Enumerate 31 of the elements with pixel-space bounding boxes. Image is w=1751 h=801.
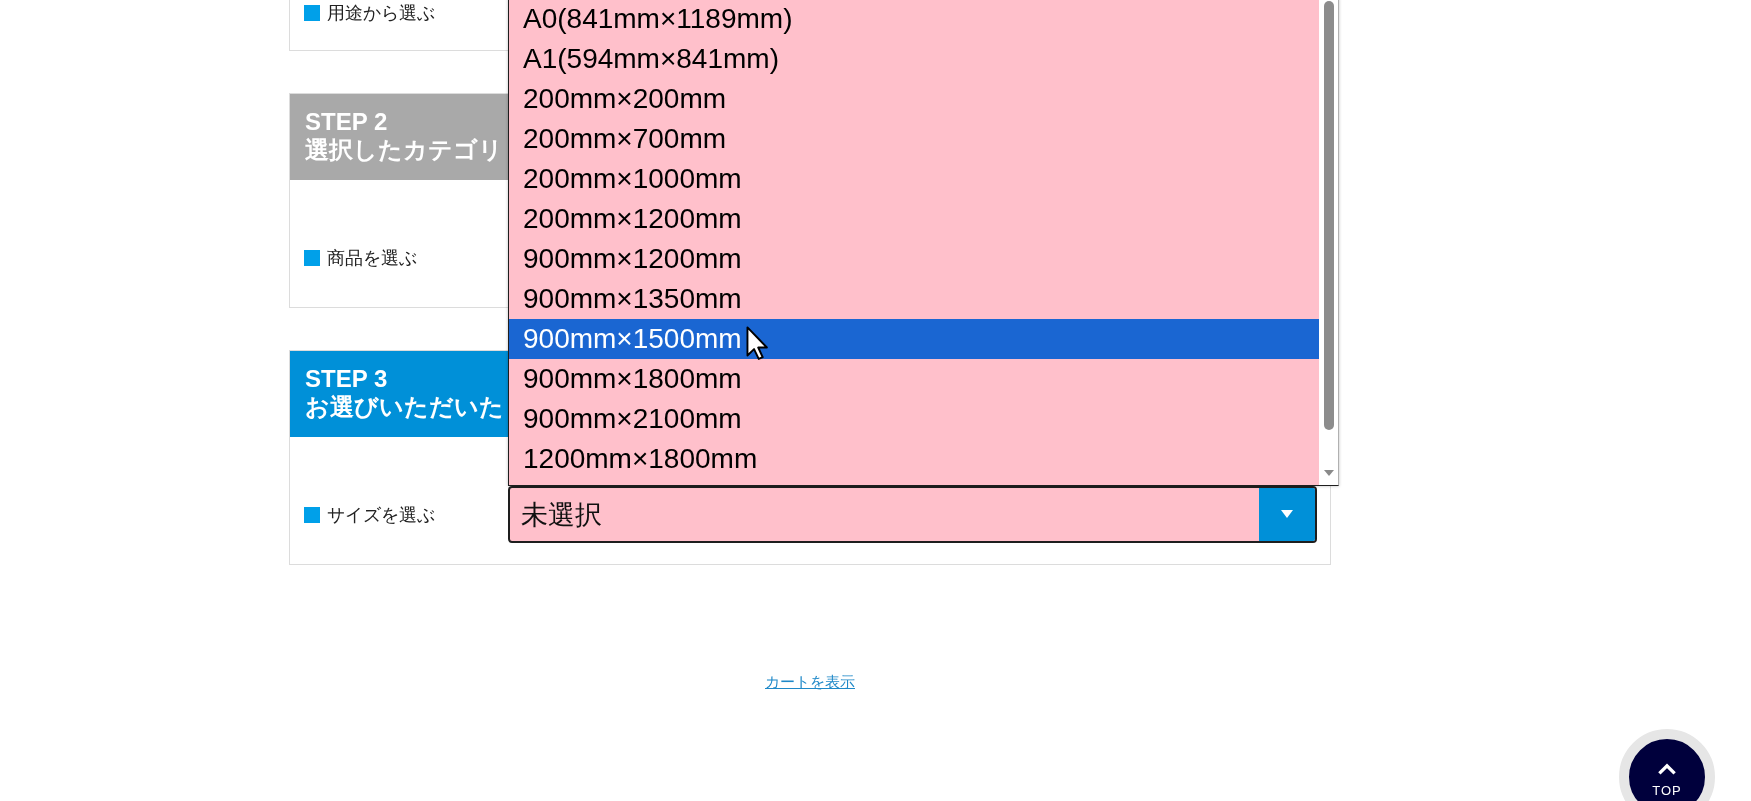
caret-down-icon[interactable] [1323, 470, 1334, 476]
dropdown-option[interactable]: 200mm×1200mm [509, 199, 1319, 239]
caret-down-icon [1259, 488, 1315, 541]
step-number: STEP 3 [305, 365, 388, 393]
dropdown-option[interactable]: 200mm×700mm [509, 119, 1319, 159]
step-title: 選択したカテゴリ [305, 136, 503, 164]
dropdown-option[interactable]: 900mm×2100mm [509, 399, 1319, 439]
dropdown-option[interactable]: 900mm×1350mm [509, 279, 1319, 319]
field-label: 商品を選ぶ [327, 246, 417, 269]
step-number: STEP 2 [305, 108, 388, 136]
dropdown-option[interactable]: 900mm×1200mm [509, 239, 1319, 279]
step-title: お選びいただいた [305, 393, 504, 421]
field-label: サイズを選ぶ [327, 503, 435, 526]
field-label: 用途から選ぶ [327, 1, 435, 24]
dropdown-option[interactable]: 900mm×1800mm [509, 359, 1319, 399]
dropdown-option[interactable]: A1(594mm×841mm) [509, 39, 1319, 79]
dropdown-option[interactable]: A0(841mm×1189mm) [509, 0, 1319, 39]
cursor-icon [746, 326, 768, 360]
cart-link[interactable]: カートを表示 [765, 671, 855, 693]
size-select[interactable]: 未選択 [508, 486, 1317, 543]
dropdown-option[interactable]: 200mm×200mm [509, 79, 1319, 119]
chevron-up-icon [1657, 762, 1677, 775]
square-bullet-icon [304, 4, 320, 21]
scrollbar[interactable] [1319, 0, 1338, 485]
square-bullet-icon [304, 249, 320, 266]
dropdown-option[interactable]: 900mm×1500mm [509, 319, 1319, 359]
square-bullet-icon [304, 506, 320, 523]
dropdown-option[interactable]: 1200mm×1800mm [509, 439, 1319, 479]
top-button[interactable]: TOP [1619, 729, 1715, 801]
dropdown-option[interactable]: 200mm×1000mm [509, 159, 1319, 199]
scrollbar-thumb[interactable] [1323, 1, 1334, 430]
